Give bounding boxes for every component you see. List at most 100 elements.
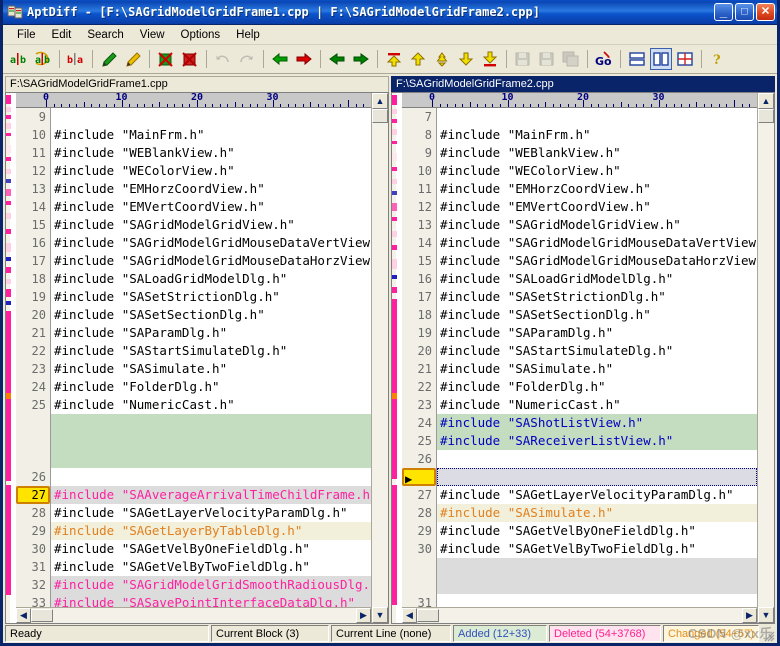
left-vertical-scrollbar[interactable]: ▲ ▼	[371, 93, 388, 623]
code-line[interactable]	[51, 108, 371, 126]
code-line[interactable]: #include "SAShotListView.h"	[437, 414, 757, 432]
view-horizontal-split-icon[interactable]	[626, 48, 648, 70]
code-line[interactable]: #include "SAStartSimulateDlg.h"	[51, 342, 371, 360]
left-pane-title[interactable]: F:\SAGridModelGridFrame1.cpp	[5, 76, 389, 92]
right-vscroll-thumb[interactable]	[758, 109, 774, 123]
code-line[interactable]: #include "SAGridModelGridView.h"	[437, 216, 757, 234]
menu-search[interactable]: Search	[79, 27, 131, 43]
code-line[interactable]: #include "SAAverageArrivalTimeChildFrame…	[51, 486, 371, 504]
code-line[interactable]: #include "MainFrm.h"	[51, 126, 371, 144]
code-line[interactable]: #include "SAGridModelGridView.h"	[51, 216, 371, 234]
edit-right-pencil-icon[interactable]	[122, 48, 144, 70]
code-line[interactable]	[437, 594, 757, 607]
code-line[interactable]	[51, 468, 371, 486]
code-line[interactable]: #include "SAGetVelByOneFieldDlg.h"	[51, 540, 371, 558]
left-code-lines[interactable]: #include "MainFrm.h"#include "WEBlankVie…	[51, 108, 371, 607]
left-code-area[interactable]: 9101112131415161718192021222324252627282…	[16, 108, 371, 607]
code-line[interactable]: #include "SAGridModelGridMouseDataHorzVi…	[51, 252, 371, 270]
next-block-icon[interactable]	[431, 48, 453, 70]
right-vscroll-track[interactable]	[758, 123, 774, 607]
code-line[interactable]: #include "SASimulate.h"	[437, 360, 757, 378]
code-line[interactable]	[51, 432, 371, 450]
code-line[interactable]	[437, 558, 757, 576]
close-button[interactable]: ✕	[756, 3, 775, 21]
resize-grip[interactable]	[761, 625, 775, 642]
right-difference-overview-bar[interactable]	[392, 93, 402, 623]
code-line[interactable]: #include "WEBlankView.h"	[51, 144, 371, 162]
right-hscroll-left-button[interactable]: ◀	[402, 608, 417, 623]
code-line[interactable]: #include "NumericCast.h"	[437, 396, 757, 414]
maximize-button[interactable]: □	[735, 3, 754, 21]
left-vscroll-down-button[interactable]: ▼	[372, 607, 388, 623]
code-line[interactable]	[437, 450, 757, 468]
code-line[interactable]: #include "SAGridModelGridSmoothRadiousDl…	[51, 576, 371, 594]
copy-block-left-icon[interactable]	[269, 48, 291, 70]
last-difference-icon[interactable]	[479, 48, 501, 70]
redo-icon[interactable]	[236, 48, 258, 70]
code-line[interactable]: #include "SAReceiverListView.h"	[437, 432, 757, 450]
left-horizontal-scrollbar[interactable]: ◀ ▶	[16, 607, 371, 623]
swap-files-icon[interactable]: ba	[65, 48, 87, 70]
undo-icon[interactable]	[212, 48, 234, 70]
code-line[interactable]: #include "SAGridModelGridMouseDataHorzVi…	[437, 252, 757, 270]
code-line[interactable]: #include "SASimulate.h"	[51, 360, 371, 378]
code-line[interactable]: #include "SASavePointInterfaceDataDlg.h"	[51, 594, 371, 607]
code-line[interactable]: #include "SAGetVelByOneFieldDlg.h"	[437, 522, 757, 540]
first-difference-icon[interactable]	[383, 48, 405, 70]
right-pane-title[interactable]: F:\SAGridModelGridFrame2.cpp	[391, 76, 775, 92]
code-line[interactable]: #include "MainFrm.h"	[437, 126, 757, 144]
prev-difference-icon[interactable]	[326, 48, 348, 70]
right-code-lines[interactable]: #include "MainFrm.h"#include "WEBlankVie…	[437, 108, 757, 607]
code-line[interactable]: #include "SASetStrictionDlg.h"	[51, 288, 371, 306]
left-hscroll-left-button[interactable]: ◀	[16, 608, 31, 623]
recompare-icon[interactable]: ab	[32, 48, 54, 70]
menu-edit[interactable]: Edit	[44, 27, 80, 43]
code-line[interactable]: #include "SALoadGridModelDlg.h"	[51, 270, 371, 288]
save-left-icon[interactable]	[512, 48, 534, 70]
code-line[interactable]: #include "WEColorView.h"	[437, 162, 757, 180]
code-line[interactable]: #include "SASetSectionDlg.h"	[437, 306, 757, 324]
compare-files-icon[interactable]: ab	[8, 48, 30, 70]
code-line[interactable]: #include "SAGridModelGridMouseDataVertVi…	[51, 234, 371, 252]
close-right-file-icon[interactable]	[179, 48, 201, 70]
menu-view[interactable]: View	[132, 27, 173, 43]
code-line[interactable]: #include "SAGetLayerVelocityParamDlg.h"	[51, 504, 371, 522]
code-line[interactable]: #include "EMHorzCoordView.h"	[437, 180, 757, 198]
menu-options[interactable]: Options	[173, 27, 229, 43]
code-line[interactable]: #include "SALoadGridModelDlg.h"	[437, 270, 757, 288]
code-line[interactable]: #include "FolderDlg.h"	[437, 378, 757, 396]
code-line[interactable]: #include "SAGetVelByTwoFieldDlg.h"	[51, 558, 371, 576]
edit-left-pencil-icon[interactable]	[98, 48, 120, 70]
code-line[interactable]: #include "SASetSectionDlg.h"	[51, 306, 371, 324]
code-line[interactable]: #include "SAStartSimulateDlg.h"	[437, 342, 757, 360]
code-line[interactable]: #include "SAParamDlg.h"	[437, 324, 757, 342]
right-vscroll-up-button[interactable]: ▲	[758, 93, 774, 109]
minimize-button[interactable]: _	[714, 3, 733, 21]
code-line[interactable]: #include "SASetStrictionDlg.h"	[437, 288, 757, 306]
save-right-icon[interactable]	[536, 48, 558, 70]
left-hscroll-right-button[interactable]: ▶	[356, 608, 371, 623]
next-block-down-icon[interactable]	[455, 48, 477, 70]
menu-help[interactable]: Help	[228, 27, 268, 43]
left-difference-overview-bar[interactable]	[6, 93, 16, 623]
code-line[interactable]	[437, 468, 757, 486]
view-vertical-split-icon[interactable]	[650, 48, 672, 70]
code-line[interactable]: #include "WEBlankView.h"	[437, 144, 757, 162]
code-line[interactable]: #include "FolderDlg.h"	[51, 378, 371, 396]
next-difference-icon[interactable]	[350, 48, 372, 70]
code-line[interactable]	[437, 576, 757, 594]
right-vertical-scrollbar[interactable]: ▲ ▼	[757, 93, 774, 623]
menu-file[interactable]: File	[9, 27, 44, 43]
right-vscroll-down-button[interactable]: ▼	[758, 607, 774, 623]
code-line[interactable]: #include "SAGetLayerByTableDlg.h"	[51, 522, 371, 540]
save-all-icon[interactable]	[560, 48, 582, 70]
code-line[interactable]: #include "SAGridModelGridMouseDataVertVi…	[437, 234, 757, 252]
code-line[interactable]: #include "SASimulate.h"	[437, 504, 757, 522]
right-hscroll-right-button[interactable]: ▶	[742, 608, 757, 623]
left-hscroll-track[interactable]	[53, 608, 356, 623]
code-line[interactable]	[51, 414, 371, 432]
prev-block-up-icon[interactable]	[407, 48, 429, 70]
code-line[interactable]: #include "EMHorzCoordView.h"	[51, 180, 371, 198]
code-line[interactable]: #include "WEColorView.h"	[51, 162, 371, 180]
code-line[interactable]: #include "EMVertCoordView.h"	[51, 198, 371, 216]
